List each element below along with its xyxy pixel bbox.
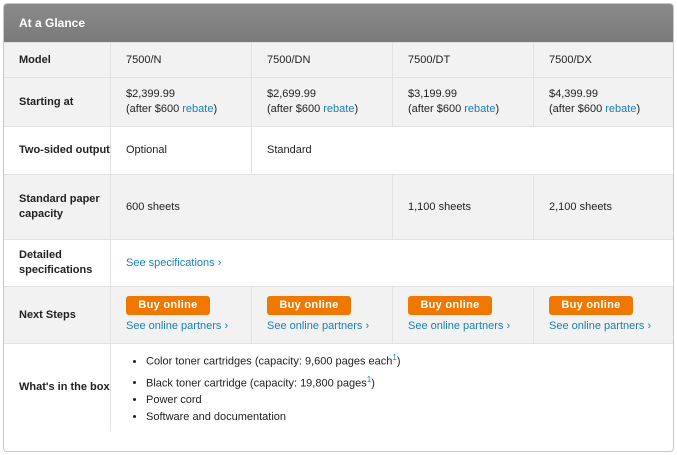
rebate-link[interactable]: rebate: [323, 103, 354, 115]
box-contents-list: Color toner cartridges (capacity: 9,600 …: [126, 349, 664, 426]
list-item: Power cord: [146, 392, 664, 409]
list-item: Color toner cartridges (capacity: 9,600 …: [146, 349, 664, 371]
panel-title: At a Glance: [4, 4, 673, 42]
list-item: Software and documentation: [146, 409, 664, 426]
model-value: 7500/DN: [252, 43, 393, 77]
row-label-starting-at: Starting at: [4, 78, 111, 126]
next-steps-cell: Buy online See online partners ›: [534, 287, 673, 343]
buy-online-button[interactable]: Buy online: [126, 296, 210, 315]
specs-cell: See specifications ›: [111, 240, 664, 286]
row-label-model: Model: [4, 43, 111, 77]
row-label-two-sided: Two-sided output: [4, 127, 111, 174]
price: $2,699.99: [267, 88, 316, 100]
price-cell: $4,399.99 (after $600 rebate): [534, 78, 673, 126]
two-sided-standard: Standard: [267, 144, 312, 156]
rebate-note: (after $600 rebate): [408, 103, 500, 115]
model-value: 7500/DT: [393, 43, 534, 77]
price: $2,399.99: [126, 88, 175, 100]
model-value: 7500/DX: [549, 53, 592, 66]
rebate-note: (after $600 rebate): [267, 103, 359, 115]
price: $4,399.99: [549, 88, 598, 100]
two-sided-row: Two-sided output Optional Standard: [4, 126, 673, 174]
paper-capacity-value: 2,100 sheets: [549, 200, 612, 213]
paper-capacity-row: Standard paper capacity 600 sheets 1,100…: [4, 174, 673, 239]
next-steps-cell: Buy online See online partners ›: [252, 287, 393, 343]
price-cell: $2,399.99 (after $600 rebate): [111, 78, 252, 126]
see-online-partners-link[interactable]: See online partners ›: [549, 319, 673, 334]
two-sided-optional: Optional: [111, 127, 252, 174]
see-online-partners-link[interactable]: See online partners ›: [408, 319, 533, 334]
see-specifications-link[interactable]: See specifications ›: [126, 257, 221, 269]
buy-online-button[interactable]: Buy online: [408, 296, 492, 315]
at-a-glance-panel: At a Glance Model 7500/N 7500/DN 7500/DT…: [3, 3, 674, 452]
box-contents: Color toner cartridges (capacity: 9,600 …: [111, 344, 664, 431]
model-value: 7500/N: [111, 43, 252, 77]
paper-capacity-value: 600 sheets: [111, 175, 393, 239]
list-item: Black toner cartridge (capacity: 19,800 …: [146, 371, 664, 393]
row-label-next-steps: Next Steps: [4, 287, 111, 343]
row-label-specs: Detailed specifications: [4, 240, 111, 286]
rebate-note: (after $600 rebate): [126, 103, 218, 115]
specs-row: Detailed specifications See specificatio…: [4, 239, 673, 286]
model-row: Model 7500/N 7500/DN 7500/DT 7500/DX: [4, 42, 673, 77]
price: $3,199.99: [408, 88, 457, 100]
price-cell: $2,699.99 (after $600 rebate): [252, 78, 393, 126]
see-online-partners-link[interactable]: See online partners ›: [126, 319, 251, 334]
buy-online-button[interactable]: Buy online: [267, 296, 351, 315]
buy-online-button[interactable]: Buy online: [549, 296, 633, 315]
next-steps-cell: Buy online See online partners ›: [111, 287, 252, 343]
rebate-link[interactable]: rebate: [182, 103, 213, 115]
next-steps-cell: Buy online See online partners ›: [393, 287, 534, 343]
row-label-paper-capacity: Standard paper capacity: [4, 175, 111, 239]
whats-in-box-row: What's in the box Color toner cartridges…: [4, 343, 673, 431]
next-steps-row: Next Steps Buy online See online partner…: [4, 286, 673, 343]
see-online-partners-link[interactable]: See online partners ›: [267, 319, 392, 334]
starting-at-row: Starting at $2,399.99 (after $600 rebate…: [4, 77, 673, 126]
rebate-link[interactable]: rebate: [605, 103, 636, 115]
price-cell: $3,199.99 (after $600 rebate): [393, 78, 534, 126]
row-label-whats-in-box: What's in the box: [4, 344, 111, 431]
rebate-note: (after $600 rebate): [549, 103, 641, 115]
paper-capacity-value: 1,100 sheets: [393, 175, 534, 239]
rebate-link[interactable]: rebate: [464, 103, 495, 115]
